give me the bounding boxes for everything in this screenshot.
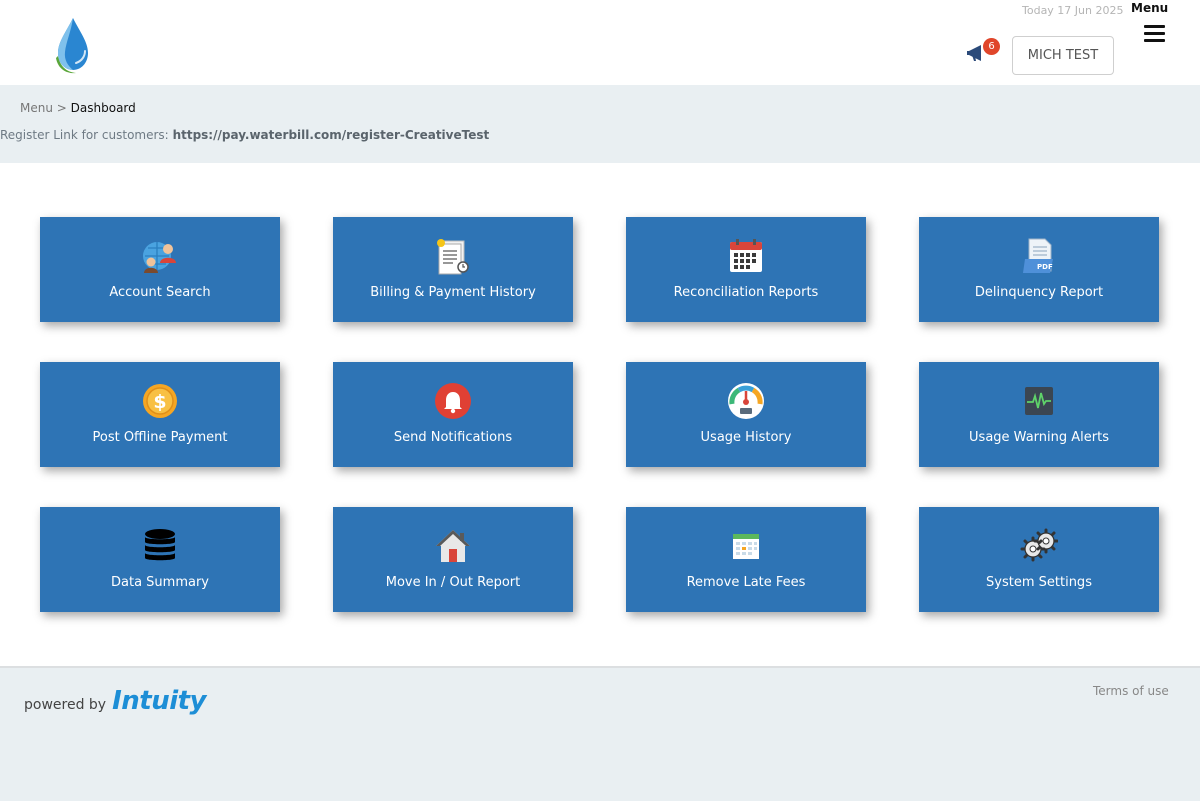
database-icon — [145, 529, 175, 561]
gauge-icon — [728, 383, 764, 419]
tile-account-search[interactable]: Account Search — [40, 217, 280, 322]
globe-users-icon — [143, 242, 176, 273]
tile-label: Billing & Payment History — [370, 285, 536, 300]
tile-label: Remove Late Fees — [686, 575, 806, 590]
tile-label: Account Search — [109, 285, 211, 300]
tile-label: System Settings — [986, 575, 1092, 590]
heartbeat-monitor-icon — [1025, 387, 1053, 415]
register-link-row: Register Link for customers: https://pay… — [0, 128, 489, 142]
tile-label: Delinquency Report — [974, 285, 1104, 300]
breadcrumb: Menu > Dashboard — [20, 101, 136, 115]
tile-label: Post Offline Payment — [92, 430, 228, 445]
breadcrumb-separator: > — [56, 101, 67, 115]
notification-count-badge[interactable]: 6 — [983, 38, 1000, 55]
terms-of-use-link[interactable]: Terms of use — [1093, 684, 1169, 698]
tile-label: Usage Warning Alerts — [969, 430, 1109, 445]
tile-label: Data Summary — [111, 575, 209, 590]
svg-text:$: $ — [153, 391, 166, 413]
svg-text:PDF: PDF — [1037, 263, 1053, 271]
breadcrumb-current: Dashboard — [70, 101, 136, 115]
tile-data-summary[interactable]: Data Summary — [40, 507, 280, 612]
calendar-grid-icon — [733, 534, 759, 559]
dollar-coin-icon: $ — [143, 384, 177, 418]
today-date: Today 17 Jun 2025 — [1022, 4, 1124, 17]
tile-reconciliation-reports[interactable]: Reconciliation Reports — [626, 217, 866, 322]
pdf-document-icon: PDF — [1023, 238, 1053, 273]
tile-usage-warning-alerts[interactable]: Usage Warning Alerts — [919, 362, 1159, 467]
house-icon — [436, 530, 470, 562]
gears-icon — [1020, 528, 1058, 562]
tile-post-offline-payment[interactable]: $ Post Offline Payment — [40, 362, 280, 467]
register-url[interactable]: https://pay.waterbill.com/register-Creat… — [173, 128, 490, 142]
user-account-button[interactable]: MICH TEST — [1012, 36, 1114, 75]
powered-by: powered by Intuity — [24, 686, 207, 716]
breadcrumb-root[interactable]: Menu — [20, 101, 53, 115]
footer: powered by Intuity Terms of use — [0, 666, 1200, 801]
tile-billing-payment-history[interactable]: Billing & Payment History — [333, 217, 573, 322]
calendar-icon — [730, 239, 762, 272]
info-bar: Menu > Dashboard Register Link for custo… — [0, 85, 1200, 163]
tile-label: Reconciliation Reports — [673, 285, 819, 300]
tile-label: Usage History — [700, 430, 792, 445]
tile-label: Move In / Out Report — [385, 575, 521, 590]
intuity-logo[interactable]: Intuity — [112, 686, 206, 716]
tile-delinquency-report[interactable]: PDF Delinquency Report — [919, 217, 1159, 322]
powered-by-text: powered by — [24, 697, 107, 713]
tile-system-settings[interactable]: System Settings — [919, 507, 1159, 612]
header: Today 17 Jun 2025 Menu 6 MICH TEST — [0, 0, 1200, 85]
bell-icon — [435, 383, 471, 419]
document-clock-icon — [437, 239, 469, 275]
tile-move-in-out-report[interactable]: Move In / Out Report — [333, 507, 573, 612]
menu-label: Menu — [1131, 1, 1169, 15]
tile-label: Send Notifications — [393, 430, 513, 445]
register-label: Register Link for customers: — [0, 128, 169, 142]
water-drop-logo[interactable] — [52, 16, 94, 74]
tile-usage-history[interactable]: Usage History — [626, 362, 866, 467]
tile-remove-late-fees[interactable]: Remove Late Fees — [626, 507, 866, 612]
hamburger-menu-icon[interactable] — [1144, 25, 1165, 44]
tile-send-notifications[interactable]: Send Notifications — [333, 362, 573, 467]
